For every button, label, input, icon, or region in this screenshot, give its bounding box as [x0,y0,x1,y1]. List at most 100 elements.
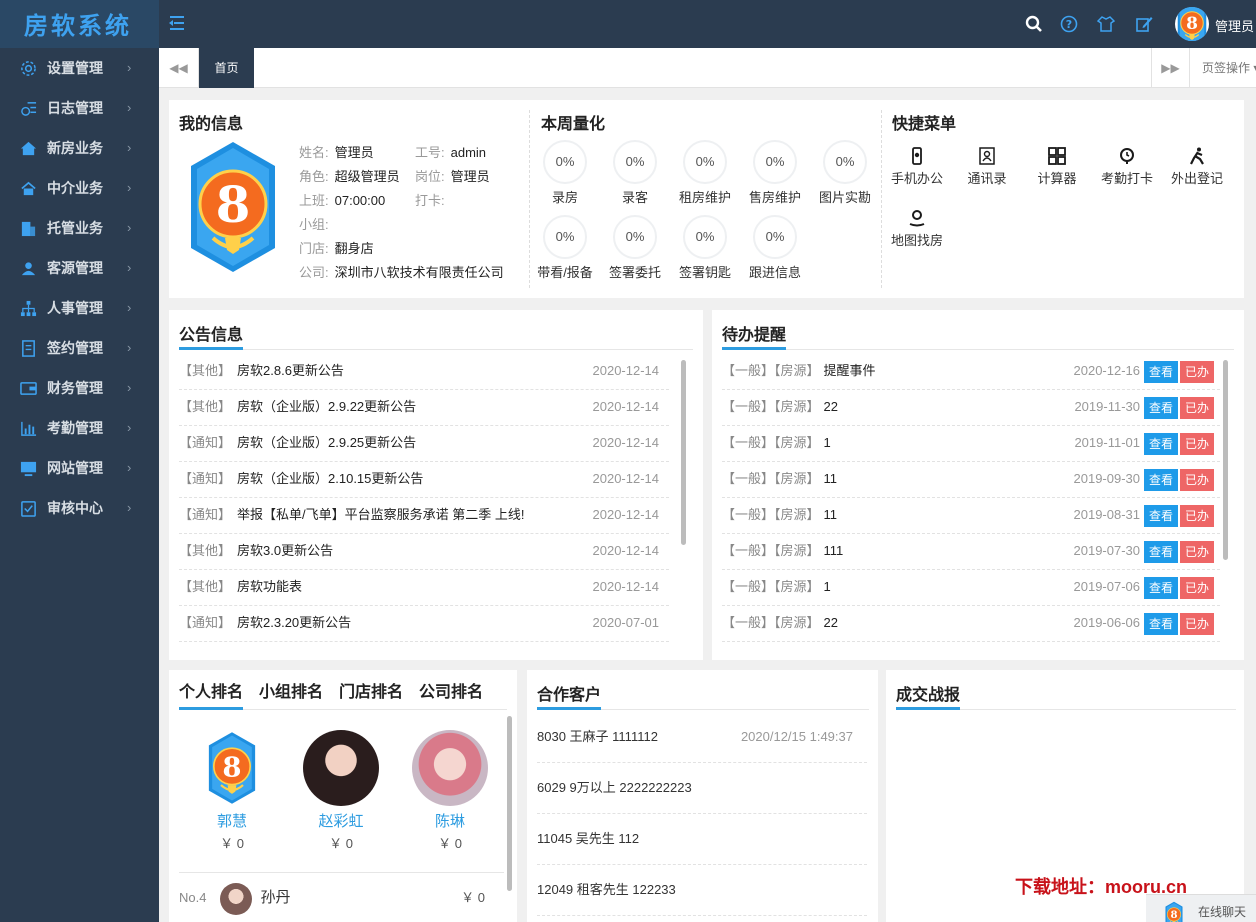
notice-title-link[interactable]: 房软2.3.20更新公告 [237,615,351,630]
ranking-card[interactable]: 郭慧 ￥ 0 [187,730,277,852]
coop-row[interactable]: 6029 9万以上 2222222223 [537,763,867,814]
coop-row[interactable]: 12049 租客先生 122233 [537,865,867,916]
notice-row[interactable]: 【其他】 房软3.0更新公告 2020-12-14 [179,534,669,570]
notice-row[interactable]: 【通知】 房软2.3.20更新公告 2020-07-01 [179,606,669,642]
view-button[interactable]: 查看 [1144,397,1178,419]
view-button[interactable]: 查看 [1144,469,1178,491]
mark-done-button[interactable]: 已办 [1180,577,1214,599]
app-logo[interactable]: 房软系统 [0,0,159,48]
user-avatar[interactable] [1175,7,1209,41]
quick-menu-item[interactable]: 通讯录 [951,147,1023,187]
notice-row[interactable]: 【通知】 房软（企业版）2.10.15更新公告 2020-12-14 [179,462,669,498]
sidebar-item[interactable]: 客源管理 › [0,248,159,288]
todo-date: 2019-07-06 [1073,579,1141,594]
view-button[interactable]: 查看 [1144,505,1178,527]
quick-menu-item[interactable]: 计算器 [1021,147,1093,187]
view-button[interactable]: 查看 [1144,433,1178,455]
scrollbar[interactable] [1223,360,1228,560]
sidebar-item[interactable]: 考勤管理 › [0,408,159,448]
sidebar-item[interactable]: 托管业务 › [0,208,159,248]
ranking-card[interactable]: 陈琳 ￥ 0 [405,730,495,852]
quick-menu-item[interactable]: 外出登记 [1161,147,1233,187]
sidebar-item[interactable]: 审核中心 › [0,488,159,528]
quick-menu-item[interactable]: 考勤打卡 [1091,147,1163,187]
coop-title[interactable]: 合作客户 [537,681,601,705]
notice-title-link[interactable]: 举报【私单/飞单】平台监察服务承诺 第二季 上线! [237,507,524,522]
ranking-tab[interactable]: 门店排名 [339,678,403,702]
info-row: 打卡: [415,190,451,209]
notice-title-link[interactable]: 房软功能表 [237,579,302,594]
todo-date: 2019-09-30 [1073,471,1141,486]
notice-title-link[interactable]: 房软3.0更新公告 [237,543,333,558]
tab-scroll-left-button[interactable]: ◀◀ [159,48,199,88]
notice-category: 【其他】 [179,399,232,414]
help-icon[interactable]: ? [1060,15,1078,33]
info-value: 管理员 [450,169,490,184]
search-icon[interactable] [1025,15,1043,33]
ranking-name[interactable]: 赵彩虹 [296,810,386,831]
coop-row[interactable]: 11045 吴先生 112 [537,814,867,865]
notice-row[interactable]: 【通知】 举报【私单/飞单】平台监察服务承诺 第二季 上线! 2020-12-14 [179,498,669,534]
notice-title-link[interactable]: 房软2.8.6更新公告 [237,363,344,378]
view-button[interactable]: 查看 [1144,613,1178,635]
sidebar-item[interactable]: 人事管理 › [0,288,159,328]
edit-icon[interactable] [1135,15,1153,33]
divider [881,110,882,288]
online-chat-button[interactable]: 在线聊天 [1146,894,1256,922]
sidebar-item[interactable]: 新房业务 › [0,128,159,168]
mark-done-button[interactable]: 已办 [1180,361,1214,383]
scrollbar[interactable] [681,360,686,545]
sidebar-item[interactable]: 日志管理 › [0,88,159,128]
view-button[interactable]: 查看 [1144,361,1178,383]
sidebar-item[interactable]: 签约管理 › [0,328,159,368]
info-panel: 我的信息 姓名: 管理员 工号: admin 角色: 超级管理员 岗位: 管理员 上班: 07:0… [169,100,1244,298]
quick-menu-item[interactable]: 手机办公 [881,147,953,187]
notice-row[interactable]: 【其他】 房软功能表 2020-12-14 [179,570,669,606]
ranking-name[interactable]: 郭慧 [187,810,277,831]
notice-row[interactable]: 【通知】 房软（企业版）2.9.25更新公告 2020-12-14 [179,426,669,462]
todo-title[interactable]: 待办提醒 [722,321,786,345]
notice-row[interactable]: 【其他】 房软2.8.6更新公告 2020-12-14 [179,354,669,390]
ranking-tab[interactable]: 小组排名 [259,678,323,702]
ranking-tab[interactable]: 个人排名 [179,678,243,702]
scrollbar[interactable] [507,716,512,891]
notice-panel: 公告信息 【其他】 房软2.8.6更新公告 2020-12-14 【其他】 房软（企业版… [169,310,703,660]
sidebar-item[interactable]: 设置管理 › [0,48,159,88]
ranking-name[interactable]: 陈琳 [405,810,495,831]
tab-home[interactable]: 首页 [199,48,254,88]
mark-done-button[interactable]: 已办 [1180,397,1214,419]
notice-category: 【通知】 [179,615,232,630]
ranking-card[interactable]: 赵彩虹 ￥ 0 [296,730,386,852]
sidebar-item[interactable]: 中介业务 › [0,168,159,208]
sidebar-item[interactable]: 网站管理 › [0,448,159,488]
sidebar-item[interactable]: 财务管理 › [0,368,159,408]
user-name[interactable]: 管理员 [1215,16,1254,35]
chevron-right-icon: › [127,380,132,395]
mark-done-button[interactable]: 已办 [1180,433,1214,455]
stat-label: 售房维护 [748,190,801,205]
info-label: 工号: [415,145,445,160]
notice-row[interactable]: 【其他】 房软（企业版）2.9.22更新公告 2020-12-14 [179,390,669,426]
mark-done-button[interactable]: 已办 [1180,541,1214,563]
shirt-icon[interactable] [1097,15,1115,33]
tab-operations-dropdown[interactable]: 页签操作 ▾ [1189,48,1256,88]
menu-toggle-icon[interactable] [168,15,186,31]
view-button[interactable]: 查看 [1144,577,1178,599]
tab-scroll-right-button[interactable]: ▶▶ [1151,48,1189,88]
stat-label: 图片实勘 [818,190,871,205]
quick-menu-item[interactable]: 地图找房 [881,209,953,249]
notice-title-link[interactable]: 房软（企业版）2.10.15更新公告 [237,471,423,486]
coop-customers-panel: 合作客户 8030 王麻子 1111112 2020/12/15 1:49:37 6… [527,670,878,922]
ranking-tab[interactable]: 公司排名 [419,678,483,702]
mark-done-button[interactable]: 已办 [1180,469,1214,491]
checklist-icon [21,501,36,517]
notice-title-link[interactable]: 房软（企业版）2.9.22更新公告 [237,399,416,414]
coop-row[interactable]: 8030 王麻子 1111112 2020/12/15 1:49:37 [537,712,867,763]
view-button[interactable]: 查看 [1144,541,1178,563]
notice-title[interactable]: 公告信息 [179,321,243,345]
notice-title-link[interactable]: 房软（企业版）2.9.25更新公告 [237,435,416,450]
deal-title[interactable]: 成交战报 [896,681,960,705]
mark-done-button[interactable]: 已办 [1180,505,1214,527]
todo-type: 【房源】 [774,507,820,522]
mark-done-button[interactable]: 已办 [1180,613,1214,635]
